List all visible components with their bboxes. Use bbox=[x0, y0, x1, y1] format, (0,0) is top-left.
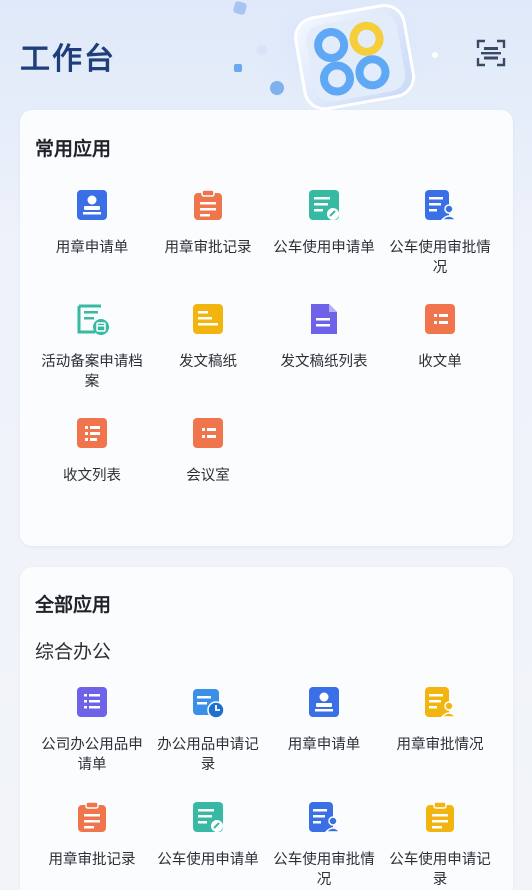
all-app-item[interactable]: 公车使用申请记录 bbox=[382, 800, 498, 890]
receipt-icon bbox=[425, 304, 455, 334]
doc-edit-icon bbox=[193, 802, 223, 832]
app-label: 用章申请单 bbox=[55, 240, 129, 256]
common-app-item[interactable]: 公车使用申请单 bbox=[266, 188, 382, 298]
all-app-item[interactable]: 公车使用审批情况 bbox=[266, 800, 382, 890]
app-label: 发文稿纸列表 bbox=[280, 354, 368, 370]
app-label: 会议室 bbox=[186, 468, 230, 484]
archive-calendar-icon bbox=[77, 304, 109, 335]
app-label: 公车使用申请单 bbox=[273, 240, 375, 256]
all-app-item[interactable]: 用章审批记录 bbox=[34, 800, 150, 890]
app-label: 用章审批记录 bbox=[164, 240, 252, 256]
page-title: 工作台 bbox=[20, 42, 116, 77]
scan-button[interactable] bbox=[474, 36, 508, 70]
all-app-item[interactable]: 公司办公用品申请单 bbox=[34, 685, 150, 795]
seal-person-icon bbox=[309, 687, 339, 717]
all-app-item[interactable]: 用章申请单 bbox=[266, 685, 382, 795]
app-label: 用章申请单 bbox=[287, 737, 361, 753]
app-label: 公车使用申请单 bbox=[157, 852, 259, 868]
common-app-item[interactable]: 发文稿纸 bbox=[150, 302, 266, 412]
document-list-icon bbox=[311, 304, 337, 334]
clipboard-list-icon bbox=[194, 189, 222, 220]
seal-person-icon bbox=[77, 190, 107, 220]
app-label: 公车使用申请记录 bbox=[389, 852, 491, 888]
common-app-item[interactable]: 收文列表 bbox=[34, 416, 150, 526]
all-apps-title: 全部应用 bbox=[35, 594, 112, 616]
common-apps-title: 常用应用 bbox=[35, 138, 112, 160]
app-label: 公司办公用品申请单 bbox=[41, 737, 143, 773]
all-apps-card: 全部应用 综合办公 公司办公用品申请单 办公用品申请记录 用章申请单 用章审批情况用章… bbox=[20, 567, 513, 890]
common-app-item[interactable]: 用章审批记录 bbox=[150, 188, 266, 298]
common-app-item[interactable]: 发文稿纸列表 bbox=[266, 302, 382, 412]
all-app-item[interactable]: 公车使用申请单 bbox=[150, 800, 266, 890]
meeting-room-icon bbox=[193, 418, 223, 448]
doc-person-icon bbox=[309, 802, 341, 833]
common-app-item[interactable]: 公车使用审批情况 bbox=[382, 188, 498, 298]
common-app-item[interactable]: 会议室 bbox=[150, 416, 266, 526]
all-app-item[interactable]: 办公用品申请记录 bbox=[150, 685, 266, 795]
calendar-clock-icon bbox=[193, 689, 225, 719]
doc-person-icon bbox=[425, 687, 457, 718]
common-apps-card: 常用应用 用章申请单 用章审批记录 公车使用申请单 公车使用审批情况活动备案申请档案 发… bbox=[20, 110, 513, 546]
common-app-item[interactable]: 活动备案申请档案 bbox=[34, 302, 150, 412]
clipboard-list-icon bbox=[426, 801, 454, 832]
common-app-item[interactable]: 收文单 bbox=[382, 302, 498, 412]
app-label: 活动备案申请档案 bbox=[41, 354, 143, 390]
app-label: 发文稿纸 bbox=[179, 354, 237, 370]
doc-person-icon bbox=[425, 190, 457, 221]
app-label: 公车使用审批情况 bbox=[273, 852, 375, 888]
draft-paper-icon bbox=[193, 304, 223, 334]
app-label: 用章审批记录 bbox=[48, 852, 136, 868]
all-app-item[interactable]: 用章审批情况 bbox=[382, 685, 498, 795]
common-app-item[interactable]: 用章申请单 bbox=[34, 188, 150, 298]
app-label: 收文列表 bbox=[63, 468, 121, 484]
doc-edit-icon bbox=[309, 190, 339, 220]
header: 工作台 bbox=[0, 0, 532, 110]
app-label: 用章审批情况 bbox=[396, 737, 484, 753]
group-title-office: 综合办公 bbox=[35, 641, 112, 663]
scan-icon bbox=[476, 39, 506, 67]
clipboard-list-icon bbox=[78, 801, 106, 832]
list-icon bbox=[77, 687, 107, 717]
app-label: 办公用品申请记录 bbox=[157, 737, 259, 773]
receipt-list-icon bbox=[77, 418, 107, 448]
app-label: 公车使用审批情况 bbox=[389, 240, 491, 276]
hero-illustration-icon bbox=[233, 0, 442, 110]
app-label: 收文单 bbox=[418, 354, 462, 370]
